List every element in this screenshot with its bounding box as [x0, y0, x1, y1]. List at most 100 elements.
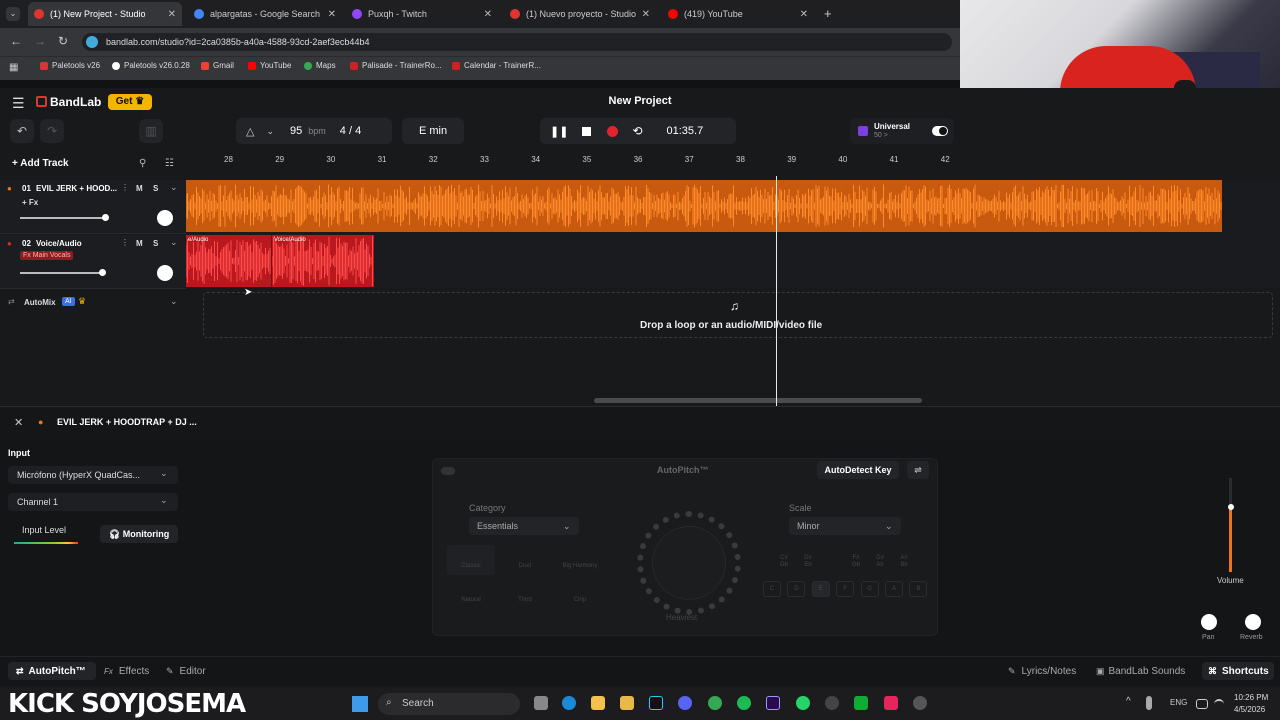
bookmark-paletools[interactable]: Paletools v26: [40, 61, 100, 70]
horizontal-scrollbar[interactable]: [594, 398, 922, 403]
universal-group[interactable]: Universal 50 >: [850, 118, 954, 144]
track-header-1[interactable]: ● 01 EVIL JERK + HOOD... ⋮ M S ⌄ + Fx: [0, 180, 186, 234]
preset-third[interactable]: Third: [501, 579, 549, 609]
taskbar-search[interactable]: ⌕ Search: [378, 693, 520, 715]
track-name[interactable]: EVIL JERK + HOOD...: [36, 184, 117, 193]
apps-grid-icon[interactable]: ▦: [9, 62, 18, 73]
timeline-ruler[interactable]: 28 29 30 31 32 33 34 35 36 37 38 39 40 41 42: [186, 152, 1280, 170]
lyrics-notes-button[interactable]: ✎ Lyrics/Notes: [1008, 662, 1076, 680]
loop-icon[interactable]: ⟲: [632, 124, 642, 138]
obs-icon[interactable]: [825, 696, 839, 710]
tiktok-icon[interactable]: [649, 696, 663, 710]
natural-key[interactable]: C: [763, 581, 781, 597]
tab-youtube[interactable]: (419) YouTube ✕: [662, 2, 814, 26]
hamburger-menu-icon[interactable]: ☰: [12, 95, 25, 112]
edge-icon[interactable]: [562, 696, 576, 710]
track-settings-icon[interactable]: ☷: [165, 158, 174, 169]
volume-slider[interactable]: [20, 272, 106, 274]
natural-key[interactable]: F: [836, 581, 855, 597]
sharp-key[interactable]: D# Eb: [799, 555, 817, 571]
audio-clip[interactable]: [186, 180, 1222, 232]
bookmark-calendar[interactable]: Calendar - TrainerR...: [452, 61, 541, 70]
pan-knob[interactable]: [1201, 614, 1217, 630]
track-more-icon[interactable]: ⋮: [121, 238, 129, 247]
mute-button[interactable]: M: [136, 184, 143, 193]
reload-icon[interactable]: ↻: [58, 34, 68, 48]
chevron-down-icon[interactable]: ⌄: [170, 182, 178, 193]
close-icon[interactable]: ✕: [328, 9, 336, 20]
track-more-icon[interactable]: ⋮: [121, 183, 129, 192]
spotify-icon[interactable]: [737, 696, 751, 710]
autopitch-tab[interactable]: ⇄ AutoPitch™: [8, 662, 96, 680]
channel-select[interactable]: Channel 1 ⌄: [8, 493, 178, 511]
system-tray-chevron-icon[interactable]: ^: [1126, 696, 1131, 707]
volume-slider[interactable]: [20, 217, 106, 219]
metronome-icon[interactable]: △: [246, 125, 254, 138]
autopitch-toggle[interactable]: [441, 467, 455, 475]
sharp-key[interactable]: A# Bb: [895, 555, 913, 571]
windows-start-icon[interactable]: [352, 696, 368, 712]
premiere-icon[interactable]: [766, 696, 780, 710]
chrome-icon[interactable]: [708, 696, 722, 710]
volume-fader-handle[interactable]: [1228, 504, 1234, 510]
preset-big-harmony[interactable]: Big Harmony: [555, 545, 605, 575]
preset-classic[interactable]: Classic: [447, 545, 495, 575]
tab-nuevo-proyecto[interactable]: (1) Nuevo proyecto - Studio ✕: [504, 2, 656, 26]
autopitch-settings-icon[interactable]: ⇌: [907, 461, 929, 479]
discord-icon[interactable]: [678, 696, 692, 710]
get-button[interactable]: Get ♛: [108, 94, 152, 110]
mute-button[interactable]: M: [136, 239, 143, 248]
mic-tray-icon[interactable]: [1146, 696, 1152, 710]
tab-twitch[interactable]: Puxqh - Twitch ✕: [346, 2, 498, 26]
key-selector[interactable]: E min: [402, 118, 464, 144]
pitch-strength-knob[interactable]: [637, 511, 741, 615]
close-icon[interactable]: ✕: [484, 9, 492, 20]
fx-button[interactable]: + Fx: [22, 198, 38, 207]
natural-key[interactable]: A: [885, 581, 903, 597]
close-icon[interactable]: ✕: [800, 9, 808, 20]
universal-toggle[interactable]: [932, 126, 949, 136]
natural-key[interactable]: B: [909, 581, 928, 597]
bookmark-youtube[interactable]: YouTube: [248, 61, 291, 70]
media-player-icon[interactable]: [913, 696, 927, 710]
sharp-key[interactable]: C# Db: [775, 555, 793, 571]
monitoring-button[interactable]: 🎧︎ Monitoring: [100, 525, 178, 543]
audio-clip[interactable]: Voice/Audio: [272, 235, 374, 287]
back-arrow-icon[interactable]: ←: [10, 34, 22, 48]
pan-knob[interactable]: [157, 210, 173, 226]
editor-tab[interactable]: ✎ Editor: [166, 662, 206, 680]
forward-arrow-icon[interactable]: →: [34, 34, 46, 48]
natural-key[interactable]: E: [811, 581, 830, 597]
chevron-down-icon[interactable]: ⌄: [266, 126, 274, 137]
piano-icon[interactable]: ▥: [139, 119, 163, 143]
tab-menu-icon[interactable]: ⌄: [6, 7, 20, 21]
natural-key[interactable]: D: [787, 581, 806, 597]
store-icon[interactable]: [620, 696, 634, 710]
track-name[interactable]: Voice/Audio: [36, 239, 82, 248]
audio-clip[interactable]: e/Audio: [186, 235, 272, 287]
site-info-icon[interactable]: [86, 36, 98, 48]
preset-chip[interactable]: Chip: [555, 579, 605, 609]
tiktok-icon[interactable]: [884, 696, 898, 710]
chevron-down-icon[interactable]: ⌄: [170, 237, 178, 248]
shortcuts-button[interactable]: ⌘ Shortcuts: [1202, 662, 1274, 680]
preset-duet[interactable]: Duet: [501, 545, 549, 575]
undo-icon[interactable]: ↶: [10, 119, 34, 143]
url-input[interactable]: bandlab.com/studio?id=2ca0385b-a40a-4588…: [82, 33, 952, 51]
clock-time[interactable]: 10:26 PM: [1234, 693, 1268, 702]
bookmark-palisade[interactable]: Palisade - TrainerRo...: [350, 61, 442, 70]
task-view-icon[interactable]: [534, 696, 548, 710]
volume-fader[interactable]: [1229, 478, 1232, 572]
redo-icon[interactable]: ↷: [40, 119, 64, 143]
file-explorer-icon[interactable]: [591, 696, 605, 710]
bandlab-sounds-button[interactable]: ▣ BandLab Sounds: [1096, 662, 1185, 680]
solo-button[interactable]: S: [153, 184, 158, 193]
volume-slider-handle[interactable]: [102, 214, 109, 221]
category-select[interactable]: Essentials ⌄: [469, 517, 579, 535]
track-lane-2[interactable]: e/Audio Voice/Audio: [186, 234, 1280, 288]
add-track-button[interactable]: + Add Track: [12, 158, 69, 169]
app-icon[interactable]: [854, 696, 868, 710]
project-title[interactable]: New Project: [582, 95, 698, 107]
tab-google-search[interactable]: alpargatas - Google Search ✕: [188, 2, 342, 26]
close-icon[interactable]: ✕: [168, 9, 176, 20]
